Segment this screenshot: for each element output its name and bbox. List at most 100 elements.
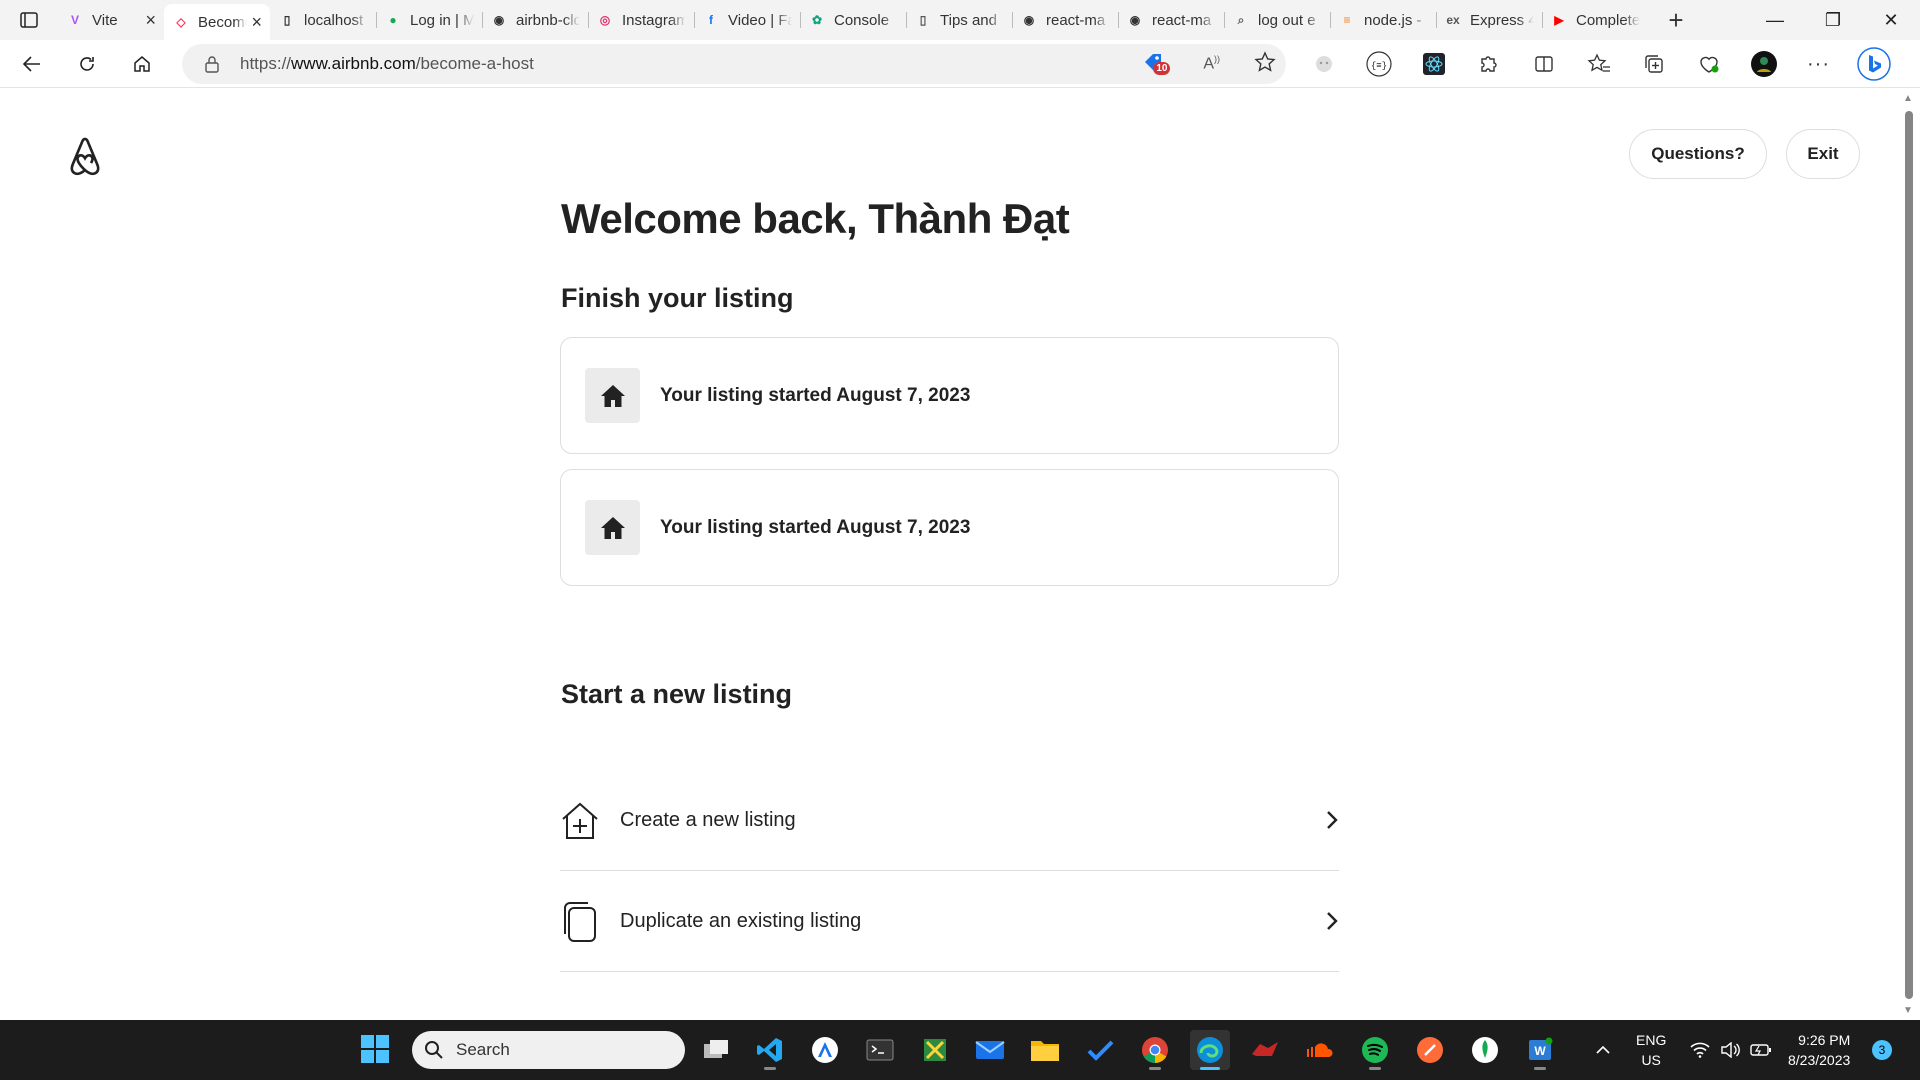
browser-tab[interactable]: ◉ airbnb-clone [482,4,588,36]
todo-icon[interactable] [1080,1030,1120,1070]
back-button[interactable] [9,44,55,84]
windows-start-button[interactable] [360,1034,390,1069]
airbnb-logo[interactable] [64,134,106,181]
tab-title: Complete [1576,11,1640,29]
system-status-tray[interactable] [1690,1020,1772,1080]
minimize-button[interactable]: — [1746,0,1804,40]
app-store-icon[interactable] [805,1030,845,1070]
scrollbar-thumb[interactable] [1905,111,1913,999]
svg-text:{≡}: {≡} [1370,61,1386,71]
browser-tab[interactable]: ◉ react-ma [1118,4,1224,36]
snipping-tool-icon[interactable] [915,1030,955,1070]
browser-tab[interactable]: ▯ localhost [270,4,376,36]
chevron-up-icon [1596,1045,1610,1054]
word-icon[interactable]: W [1520,1030,1560,1070]
task-view-icon[interactable] [696,1030,736,1070]
show-hidden-icons-button[interactable] [1595,1020,1611,1080]
clock-date: 8/23/2023 [1788,1052,1851,1068]
refresh-icon [80,56,94,71]
create-new-listing-option[interactable]: Create a new listing [560,771,1339,871]
duplicate-listing-option[interactable]: Duplicate an existing listing [560,872,1339,972]
edge-icon[interactable] [1190,1030,1230,1070]
tab-actions-button[interactable] [0,0,58,40]
refresh-button[interactable] [64,44,110,84]
url-text[interactable]: https://www.airbnb.com/become-a-host [240,54,534,74]
tab-title: Become a Host [198,13,247,31]
mongodb-compass-icon[interactable] [1245,1030,1285,1070]
browser-tab[interactable]: ● Log in | MongoDB [376,4,482,36]
split-screen-icon[interactable] [1516,44,1571,84]
spotify-icon[interactable] [1355,1030,1395,1070]
browser-essentials-icon[interactable] [1681,44,1736,84]
favorites-icon[interactable] [1571,44,1626,84]
language-indicator[interactable]: ENG US [1636,1020,1666,1080]
extension-ghost-icon[interactable] [1296,44,1351,84]
listing-card[interactable]: Your listing started August 7, 2023 [560,469,1339,586]
extensions-puzzle-icon[interactable] [1461,44,1516,84]
listing-label: Your listing started August 7, 2023 [660,384,971,406]
volume-icon [1721,1042,1740,1058]
wifi-icon [1690,1042,1710,1058]
taskbar-search[interactable]: Search [412,1031,685,1069]
json-extension-icon[interactable]: {≡} [1351,44,1406,84]
settings-more-icon[interactable]: ··· [1791,44,1846,84]
chatgpt-icon: ✿ [811,13,823,27]
lock-icon[interactable] [192,55,232,73]
browser-tab[interactable]: ≡ node.js - [1330,4,1436,36]
browser-tab[interactable]: f Video | Facebook [694,4,800,36]
mongodb-icon[interactable] [1465,1030,1505,1070]
tab-title: Console [834,11,890,29]
close-tab-icon[interactable]: × [145,10,156,31]
scroll-up-arrow-icon[interactable]: ▲ [1903,93,1913,104]
exit-button[interactable]: Exit [1786,129,1860,179]
postman-icon[interactable] [1410,1030,1450,1070]
browser-toolbar: https://www.airbnb.com/become-a-host 10 … [0,40,1920,88]
facebook-icon: f [709,13,713,27]
page-scrollbar[interactable]: ▲ ▼ [1898,89,1920,1020]
file-explorer-icon[interactable] [1025,1030,1065,1070]
express-icon: ex [1446,13,1460,27]
taskbar: Search W ENG US 9:26 PM 8/23/2023 3 [0,1020,1920,1080]
terminal-icon[interactable] [860,1030,900,1070]
chrome-icon[interactable] [1135,1030,1175,1070]
browser-tab[interactable]: ◎ Instagram [588,4,694,36]
bing-copilot-icon[interactable] [1846,44,1901,84]
restore-button[interactable]: ❐ [1804,0,1862,40]
tab-title: react-ma [1046,11,1106,29]
tab-title: Log in | MongoDB [410,11,474,29]
github-icon: ◉ [1129,13,1141,27]
shopping-icon[interactable]: 10 [1141,50,1171,78]
browser-tab[interactable]: ▯ Tips and [906,4,1012,36]
clock[interactable]: 9:26 PM 8/23/2023 [1788,1020,1850,1080]
address-bar[interactable]: https://www.airbnb.com/become-a-host 10 … [182,44,1286,84]
url-prefix: https:// [240,54,292,73]
favorite-star-icon[interactable] [1254,50,1276,78]
collections-icon[interactable] [1626,44,1681,84]
questions-button[interactable]: Questions? [1629,129,1767,179]
browser-tab[interactable]: ▶ Complete [1542,4,1648,36]
profile-avatar[interactable] [1736,44,1791,84]
clock-time: 9:26 PM [1798,1032,1851,1048]
close-tab-icon[interactable]: × [251,12,262,33]
soundcloud-icon[interactable] [1300,1030,1340,1070]
react-devtools-icon[interactable] [1406,44,1461,84]
browser-tab[interactable]: ✿ Console [800,4,906,36]
scroll-down-arrow-icon[interactable]: ▼ [1903,1005,1913,1016]
browser-tab[interactable]: ◇ Become a Host× [164,4,270,40]
house-icon [600,384,625,407]
browser-tab[interactable]: ⌕ log out e [1224,4,1330,36]
tab-title: react-ma [1152,11,1212,29]
browser-tab[interactable]: ex Express 4 [1436,4,1542,36]
browser-tab[interactable]: ◉ react-ma [1012,4,1118,36]
read-aloud-icon[interactable]: A)) [1203,54,1220,73]
browser-tab[interactable]: V Vite × [58,4,164,36]
vscode-icon[interactable] [750,1030,790,1070]
close-window-button[interactable]: ✕ [1862,0,1920,40]
mongodb-icon: ● [389,13,397,27]
home-button[interactable] [119,44,165,84]
notification-badge[interactable]: 3 [1872,1040,1892,1060]
listing-card[interactable]: Your listing started August 7, 2023 [560,337,1339,454]
mail-icon[interactable] [970,1030,1010,1070]
airbnb-logo-icon [70,137,100,176]
new-tab-button[interactable]: + [1656,4,1696,36]
